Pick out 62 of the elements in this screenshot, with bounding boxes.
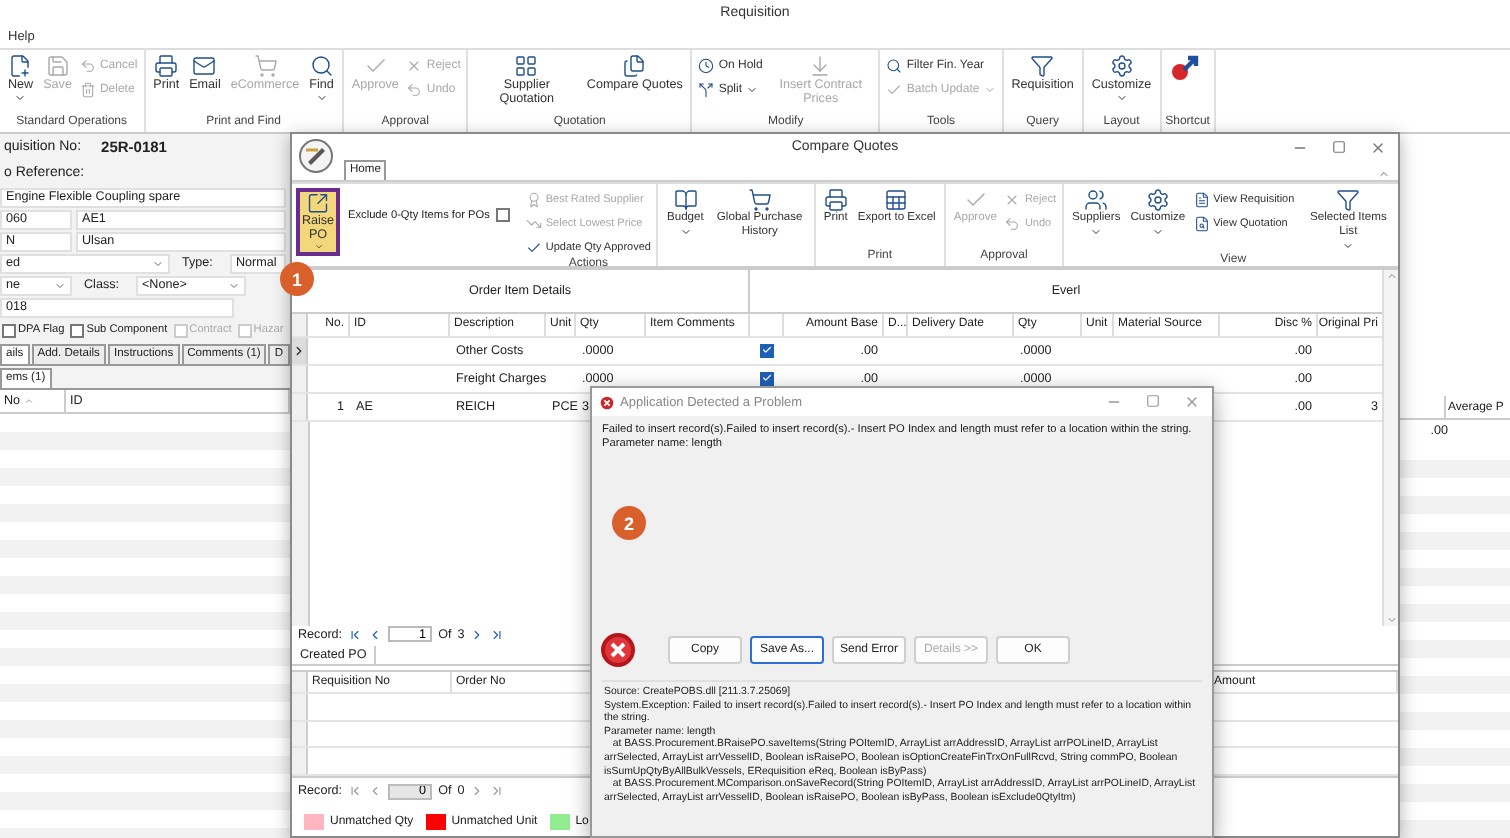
cart-icon xyxy=(253,54,277,78)
undo-icon xyxy=(1004,215,1021,232)
checkbox[interactable] xyxy=(760,343,774,358)
previous-record-button[interactable] xyxy=(368,784,383,799)
last-record-button[interactable] xyxy=(490,784,505,799)
first-record-button[interactable] xyxy=(348,627,363,642)
users-icon xyxy=(1084,187,1109,212)
error-icon xyxy=(600,632,636,668)
clock-icon xyxy=(698,58,715,74)
mail-icon xyxy=(192,54,217,78)
checkbox[interactable] xyxy=(760,371,774,386)
settings-icon xyxy=(1145,187,1170,212)
grid-icon xyxy=(514,54,539,78)
collapse-icon[interactable] xyxy=(1378,167,1390,180)
check-icon xyxy=(886,82,903,98)
maximize-button[interactable] xyxy=(1146,394,1160,408)
new-file-icon xyxy=(8,54,33,78)
search-icon xyxy=(309,54,334,78)
next-record-button[interactable] xyxy=(470,627,485,642)
filter-icon xyxy=(1336,187,1361,212)
circle-arrow-icon xyxy=(1169,54,1202,82)
previous-record-button[interactable] xyxy=(368,627,383,642)
save-icon xyxy=(45,54,70,78)
filter-icon xyxy=(1030,54,1055,78)
next-record-button[interactable] xyxy=(470,784,485,799)
app-logo-icon xyxy=(298,138,334,174)
trend-down-icon xyxy=(525,215,542,232)
document-icon xyxy=(1193,191,1210,208)
row-header[interactable] xyxy=(292,337,308,364)
award-icon xyxy=(525,191,542,208)
search-icon xyxy=(886,58,903,74)
current-row-icon xyxy=(292,343,306,358)
caret-icon xyxy=(54,279,66,291)
caret-icon xyxy=(228,279,240,291)
cart-icon xyxy=(747,187,772,212)
printer-icon xyxy=(823,187,848,212)
external-link-icon xyxy=(306,191,330,215)
first-record-button[interactable] xyxy=(348,784,363,799)
close-icon xyxy=(1004,191,1021,208)
close-button[interactable] xyxy=(1370,140,1386,156)
printer-icon xyxy=(154,54,179,78)
undo-icon xyxy=(79,58,96,74)
last-record-button[interactable] xyxy=(490,627,505,642)
scroll-up-icon[interactable] xyxy=(1385,269,1397,282)
close-icon xyxy=(406,58,423,74)
close-button[interactable] xyxy=(1184,394,1200,410)
document-search-icon xyxy=(1193,215,1210,232)
maximize-button[interactable] xyxy=(1332,140,1346,154)
spreadsheet-icon xyxy=(884,187,909,212)
caret-icon xyxy=(152,257,164,269)
documents-icon xyxy=(622,54,647,78)
download-icon xyxy=(808,54,833,78)
scrollbar[interactable] xyxy=(1382,269,1398,626)
check-icon xyxy=(525,239,542,256)
scroll-down-icon[interactable] xyxy=(1385,613,1397,626)
sort-icon xyxy=(24,396,35,406)
error-icon xyxy=(600,395,614,409)
settings-icon xyxy=(1109,54,1134,78)
book-icon xyxy=(673,187,698,212)
trash-icon xyxy=(79,82,96,98)
split-icon xyxy=(698,82,715,98)
undo-icon xyxy=(406,82,423,98)
